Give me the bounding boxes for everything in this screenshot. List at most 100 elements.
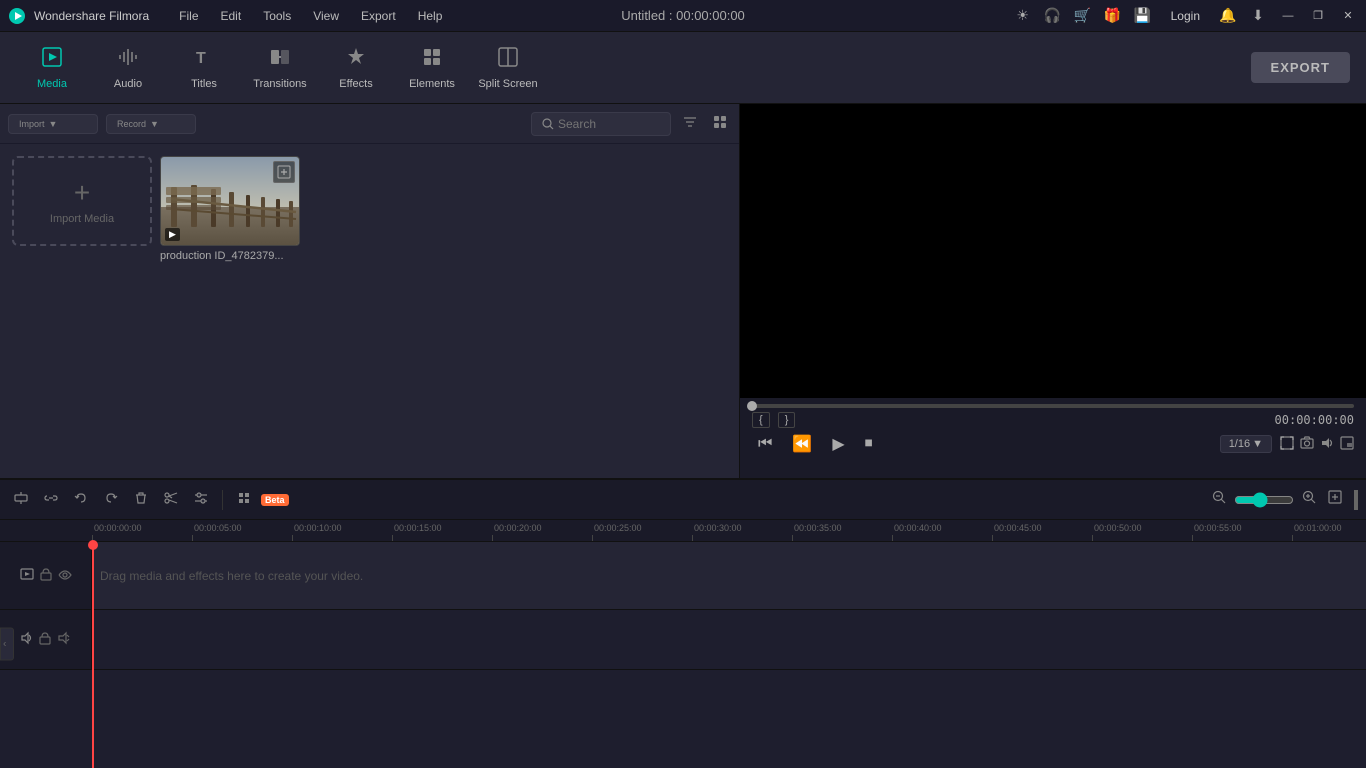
toolbar-elements[interactable]: Elements (396, 36, 468, 100)
playback-rate-value: 1/16 (1229, 438, 1250, 450)
record-label: Record (117, 119, 146, 129)
redo-button[interactable] (98, 487, 124, 513)
search-icon (542, 118, 554, 130)
preview-playback-controls: ⏮ ⏪ ▶ ⏹ 1/16 ▼ (752, 432, 1354, 456)
download-icon[interactable]: ⬇ (1248, 6, 1268, 26)
menu-help[interactable]: Help (408, 7, 453, 25)
playback-rate-selector[interactable]: 1/16 ▼ (1220, 435, 1272, 453)
stop-button[interactable]: ⏹ (859, 433, 879, 455)
zoom-out-button[interactable] (1208, 486, 1230, 513)
track-type-icon[interactable] (20, 567, 34, 584)
transitions-label: Transitions (253, 78, 306, 90)
import-chevron-icon: ▼ (49, 119, 58, 129)
audio-track-content[interactable] (92, 610, 1366, 669)
toolbar-media[interactable]: Media (16, 36, 88, 100)
menu-edit[interactable]: Edit (211, 7, 252, 25)
record-dropdown[interactable]: Record ▼ (106, 114, 196, 134)
track-visibility-icon[interactable] (58, 569, 72, 583)
grid-view-icon[interactable] (709, 111, 731, 136)
preview-progress-thumb (747, 401, 757, 411)
preview-panel: { } 00:00:00:00 ⏮ ⏪ ▶ ⏹ 1/16 ▼ (740, 104, 1366, 478)
cut-button[interactable] (158, 487, 184, 513)
audio-track-type-icon[interactable] (21, 631, 33, 648)
menu-export[interactable]: Export (351, 7, 406, 25)
video-track-hint: Drag media and effects here to create yo… (100, 569, 363, 583)
notification-icon[interactable]: 🔔 (1218, 6, 1238, 26)
plus-icon: + (74, 177, 90, 209)
preview-controls: { } 00:00:00:00 ⏮ ⏪ ▶ ⏹ 1/16 ▼ (740, 398, 1366, 478)
play-button[interactable]: ▶ (826, 432, 850, 456)
zoom-in-button[interactable] (1298, 486, 1320, 513)
search-box[interactable] (531, 112, 671, 136)
export-button[interactable]: EXPORT (1251, 52, 1350, 83)
gift-icon[interactable]: 🎁 (1103, 6, 1123, 26)
mark-out-button[interactable]: } (778, 412, 796, 428)
snapshot-button[interactable] (1300, 436, 1314, 453)
import-media-button[interactable]: + Import Media (12, 156, 152, 246)
pip-button[interactable] (1340, 436, 1354, 453)
search-input[interactable] (558, 117, 660, 131)
maximize-button[interactable]: ❐ (1308, 6, 1328, 26)
track-lock-icon[interactable] (40, 567, 52, 584)
cart-icon[interactable]: 🛒 (1073, 6, 1093, 26)
effects-icon (345, 46, 367, 74)
frame-back-button[interactable]: ⏪ (786, 432, 818, 456)
video-track-content[interactable]: Drag media and effects here to create yo… (92, 542, 1366, 609)
effects-label: Effects (339, 78, 372, 90)
toolbar-transitions[interactable]: Transitions (244, 36, 316, 100)
import-dropdown[interactable]: Import ▼ (8, 114, 98, 134)
transitions-icon (269, 46, 291, 74)
fit-timeline-button[interactable] (1324, 486, 1346, 513)
timeline-snap-button[interactable] (8, 487, 34, 513)
fullscreen-button[interactable] (1280, 436, 1294, 453)
step-back-button[interactable]: ⏮ (752, 433, 778, 455)
adjust-button[interactable] (188, 487, 214, 513)
timeline-ruler-track: 00:00:00:00 00:00:05:00 00:00:10:00 00:0… (92, 520, 1366, 541)
preview-video-area[interactable] (740, 104, 1366, 398)
volume-button[interactable] (1320, 436, 1334, 453)
close-button[interactable]: ✕ (1338, 6, 1358, 26)
app-logo-icon (8, 7, 26, 25)
filter-icon[interactable] (679, 111, 701, 136)
preview-progress-bar[interactable] (752, 404, 1354, 408)
toolbar-splitscreen[interactable]: Split Screen (472, 36, 544, 100)
ruler-label-11: 00:00:55:00 (1194, 523, 1242, 533)
headphone-icon[interactable]: 🎧 (1043, 6, 1063, 26)
minimize-button[interactable]: — (1278, 6, 1298, 26)
zoom-slider[interactable] (1234, 492, 1294, 508)
audio-track-volume-icon[interactable] (57, 631, 71, 648)
menu-file[interactable]: File (169, 7, 208, 25)
add-to-timeline-overlay[interactable] (273, 161, 295, 183)
timeline-toolbar: Beta (0, 480, 1366, 520)
timeline: Beta ‹ 00:00:00:00 00:00:05:00 00:00:10: (0, 478, 1366, 768)
menu-view[interactable]: View (303, 7, 349, 25)
motion-effect-button[interactable] (231, 487, 257, 513)
timeline-zoom-area (1208, 486, 1358, 513)
timeline-pause-indicator[interactable] (1354, 490, 1358, 510)
timeline-collapse-arrow[interactable]: ‹ (0, 628, 14, 661)
record-chevron-icon: ▼ (150, 119, 159, 129)
toolbar-effects[interactable]: Effects (320, 36, 392, 100)
media-item-name: production ID_4782379... (160, 250, 300, 262)
menu-tools[interactable]: Tools (253, 7, 301, 25)
preview-markers-row: { } 00:00:00:00 (752, 412, 1354, 428)
splitscreen-label: Split Screen (478, 78, 537, 90)
playback-rate-chevron: ▼ (1252, 438, 1263, 450)
delete-button[interactable] (128, 487, 154, 513)
preview-right-controls (1280, 436, 1354, 453)
sun-icon[interactable]: ☀ (1013, 6, 1033, 26)
ruler-label-5: 00:00:25:00 (594, 523, 642, 533)
media-panel: Import ▼ Record ▼ (0, 104, 740, 478)
undo-button[interactable] (68, 487, 94, 513)
save-icon[interactable]: 💾 (1133, 6, 1153, 26)
app-name: Wondershare Filmora (34, 9, 149, 23)
main-area: Import ▼ Record ▼ (0, 104, 1366, 478)
timeline-link-button[interactable] (38, 487, 64, 513)
toolbar-titles[interactable]: T Titles (168, 36, 240, 100)
media-item-video1[interactable]: ▶ production ID_4782379... (160, 156, 300, 262)
mark-in-button[interactable]: { (752, 412, 770, 428)
audio-track-lock-icon[interactable] (39, 631, 51, 648)
login-button[interactable]: Login (1163, 7, 1208, 25)
toolbar-audio[interactable]: Audio (92, 36, 164, 100)
preview-timecode: 00:00:00:00 (1275, 413, 1354, 427)
